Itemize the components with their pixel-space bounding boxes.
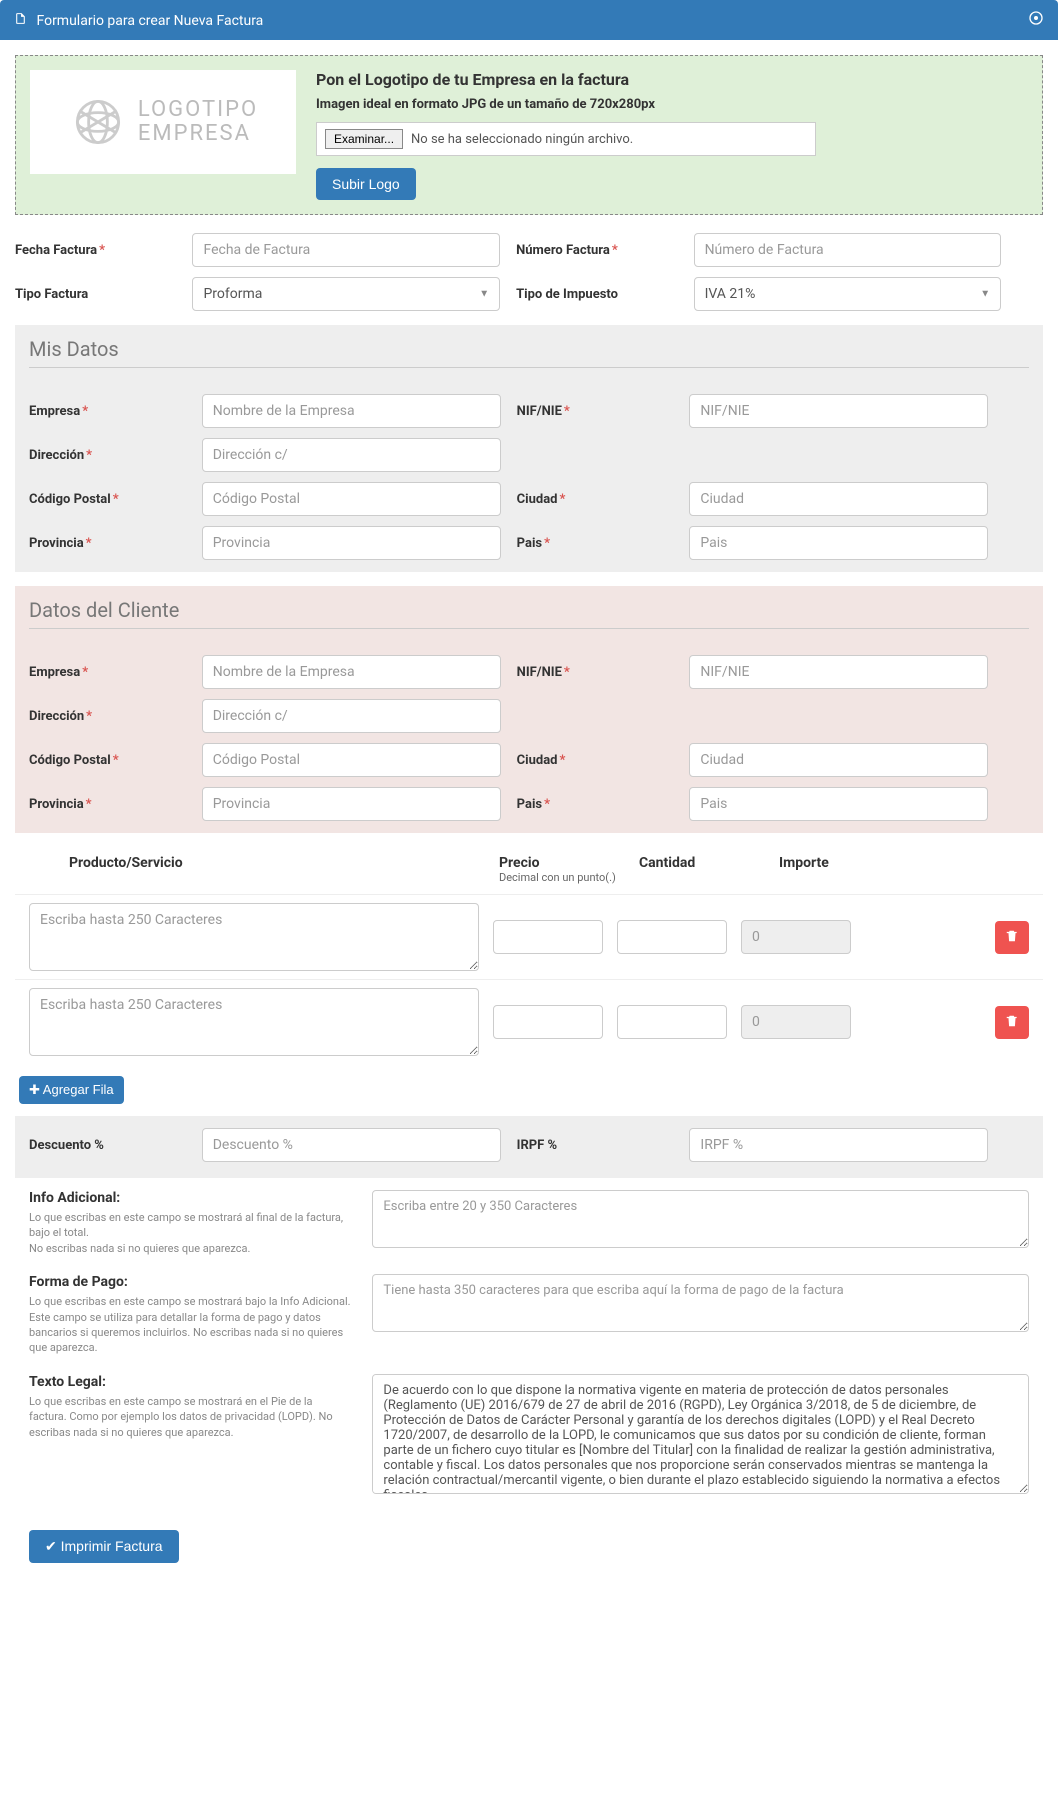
product-price-input[interactable] <box>493 920 603 954</box>
panel-header: Formulario para crear Nueva Factura <box>0 0 1058 40</box>
col-precio-hint: Decimal con un punto(.) <box>499 871 639 884</box>
add-row-button[interactable]: ✚ Agregar Fila <box>19 1076 124 1104</box>
tipo-select[interactable]: Proforma▼ <box>192 277 500 311</box>
document-icon <box>14 13 30 29</box>
product-desc-input[interactable] <box>29 988 479 1056</box>
cli-cp-input[interactable] <box>202 743 501 777</box>
irpf-input[interactable] <box>689 1128 988 1162</box>
tipo-label: Tipo Factura <box>15 287 88 302</box>
info-adicional-input[interactable] <box>372 1190 1029 1248</box>
info-adicional-label: Info Adicional: <box>29 1190 352 1206</box>
cli-cp-label: Código Postal <box>29 753 111 768</box>
cli-pais-label: Pais <box>517 797 542 812</box>
trash-icon <box>1005 1014 1019 1028</box>
provincia-input[interactable] <box>202 526 501 560</box>
cli-pais-input[interactable] <box>689 787 988 821</box>
provincia-label: Provincia <box>29 536 84 551</box>
product-header: Producto/Servicio PrecioDecimal con un p… <box>15 845 1043 894</box>
logo-title: Pon el Logotipo de tu Empresa en la fact… <box>316 70 816 89</box>
col-precio: Precio <box>499 855 539 871</box>
product-price-input[interactable] <box>493 1005 603 1039</box>
delete-row-button[interactable] <box>995 1006 1029 1039</box>
cli-dir-label: Dirección <box>29 709 84 724</box>
chevron-down-icon: ▼ <box>479 289 489 300</box>
descuento-label: Descuento % <box>29 1138 104 1153</box>
print-button[interactable]: ✔ Imprimir Factura <box>29 1530 179 1563</box>
mis-datos-section: Mis Datos Empresa* NIF/NIE* Dirección* C… <box>15 325 1043 572</box>
col-producto: Producto/Servicio <box>29 855 499 871</box>
fecha-input[interactable] <box>192 233 500 267</box>
pais-label: Pais <box>517 536 542 551</box>
cli-nif-input[interactable] <box>689 655 988 689</box>
panel-title: Formulario para crear Nueva Factura <box>36 13 263 29</box>
product-desc-input[interactable] <box>29 903 479 971</box>
product-qty-input[interactable] <box>617 920 727 954</box>
logo-upload-box: LOGOTIPO EMPRESA Pon el Logotipo de tu E… <box>15 55 1043 215</box>
section-title: Datos del Cliente <box>29 598 1029 629</box>
logo-preview: LOGOTIPO EMPRESA <box>30 70 296 174</box>
impuesto-label: Tipo de Impuesto <box>516 287 618 302</box>
texto-legal-hint: Lo que escribas en este campo se mostrar… <box>29 1394 352 1440</box>
col-importe: Importe <box>779 855 919 871</box>
product-amount-output <box>741 920 851 954</box>
calc-section: Descuento % IRPF % <box>15 1116 1043 1178</box>
trash-icon <box>1005 929 1019 943</box>
extras-section: Info Adicional: Lo que escribas en este … <box>15 1190 1043 1498</box>
browse-button[interactable]: Examinar... <box>325 129 403 149</box>
cp-label: Código Postal <box>29 492 111 507</box>
forma-pago-hint: Lo que escribas en este campo se mostrar… <box>29 1294 352 1356</box>
direccion-label: Dirección <box>29 448 84 463</box>
product-row <box>15 894 1043 979</box>
irpf-label: IRPF % <box>517 1138 558 1153</box>
cli-dir-input[interactable] <box>202 699 501 733</box>
empresa-input[interactable] <box>202 394 501 428</box>
product-row <box>15 979 1043 1064</box>
cli-empresa-label: Empresa <box>29 665 80 680</box>
file-input-row: Examinar... No se ha seleccionado ningún… <box>316 122 816 156</box>
section-title: Mis Datos <box>29 337 1029 368</box>
cli-empresa-input[interactable] <box>202 655 501 689</box>
forma-pago-label: Forma de Pago: <box>29 1274 352 1290</box>
texto-legal-label: Texto Legal: <box>29 1374 352 1390</box>
logo-placeholder-text: LOGOTIPO <box>138 98 258 122</box>
chevron-down-icon: ▼ <box>980 289 990 300</box>
impuesto-select[interactable]: IVA 21%▼ <box>694 277 1002 311</box>
cli-prov-label: Provincia <box>29 797 84 812</box>
cli-ciudad-label: Ciudad <box>517 753 558 768</box>
delete-row-button[interactable] <box>995 921 1029 954</box>
upload-logo-button[interactable]: Subir Logo <box>316 168 416 200</box>
logo-subtitle: Imagen ideal en formato JPG de un tamaño… <box>316 97 816 112</box>
cli-nif-label: NIF/NIE <box>517 665 562 680</box>
nif-label: NIF/NIE <box>517 404 562 419</box>
nif-input[interactable] <box>689 394 988 428</box>
file-status: No se ha seleccionado ningún archivo. <box>411 132 633 147</box>
pais-input[interactable] <box>689 526 988 560</box>
cliente-section: Datos del Cliente Empresa* NIF/NIE* Dire… <box>15 586 1043 833</box>
ciudad-label: Ciudad <box>517 492 558 507</box>
cp-input[interactable] <box>202 482 501 516</box>
empresa-label: Empresa <box>29 404 80 419</box>
numero-input[interactable] <box>694 233 1002 267</box>
ciudad-input[interactable] <box>689 482 988 516</box>
expand-icon[interactable] <box>1028 10 1044 30</box>
cli-prov-input[interactable] <box>202 787 501 821</box>
descuento-input[interactable] <box>202 1128 501 1162</box>
cli-ciudad-input[interactable] <box>689 743 988 777</box>
forma-pago-input[interactable] <box>372 1274 1029 1332</box>
info-adicional-hint: Lo que escribas en este campo se mostrar… <box>29 1210 352 1256</box>
col-cantidad: Cantidad <box>639 855 779 871</box>
texto-legal-input[interactable] <box>372 1374 1029 1494</box>
plus-icon: ✚ <box>29 1082 43 1097</box>
direccion-input[interactable] <box>202 438 501 472</box>
check-icon: ✔ <box>45 1538 61 1554</box>
fecha-label: Fecha Factura <box>15 243 97 258</box>
product-qty-input[interactable] <box>617 1005 727 1039</box>
numero-label: Número Factura <box>516 243 610 258</box>
logo-placeholder-text: EMPRESA <box>138 122 258 146</box>
product-amount-output <box>741 1005 851 1039</box>
